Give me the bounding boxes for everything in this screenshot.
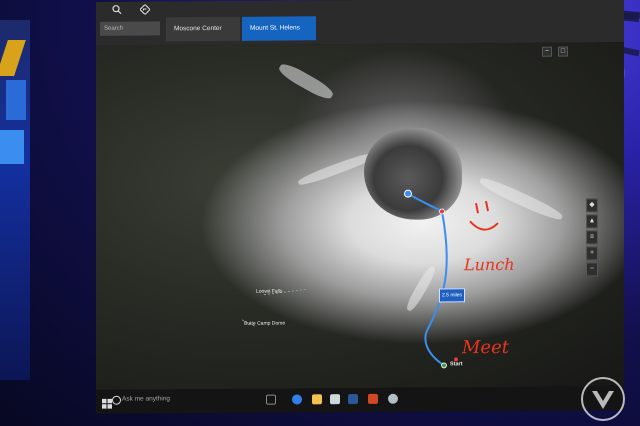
place-label: Butte Camp Dome bbox=[244, 320, 286, 327]
task-view-icon[interactable] bbox=[266, 394, 276, 405]
ink-meet-annotation: Meet bbox=[462, 336, 509, 359]
cortana-icon[interactable] bbox=[112, 395, 121, 405]
windows-start-icon[interactable] bbox=[102, 396, 112, 409]
tab-moscone-center[interactable]: Moscone Center bbox=[166, 16, 240, 42]
store-icon[interactable] bbox=[330, 394, 340, 405]
directions-icon[interactable] bbox=[130, 3, 160, 19]
start-marker bbox=[441, 362, 447, 369]
lunch-marker bbox=[439, 208, 445, 215]
window-control-icon[interactable]: − bbox=[542, 46, 552, 57]
ink-smiley bbox=[469, 200, 499, 231]
tab-mount-st-helens[interactable]: Mount St. Helens bbox=[242, 16, 316, 41]
satellite-map[interactable]: 2.5 miles Lunch Meet Start Loowit Falls … bbox=[96, 42, 624, 390]
windows-taskbar: Ask me anything bbox=[96, 386, 624, 414]
start-label: Start bbox=[450, 361, 463, 368]
compass-icon[interactable]: ◆ bbox=[586, 198, 598, 213]
powerpoint-icon[interactable] bbox=[368, 393, 378, 404]
projected-screen: Moscone Center Mount St. Helens Search 2… bbox=[96, 0, 624, 414]
maps-app-bar: Moscone Center Mount St. Helens Search bbox=[96, 0, 624, 46]
waypoint-marker bbox=[404, 189, 412, 198]
file-explorer-icon[interactable] bbox=[312, 394, 322, 405]
route-overlay bbox=[241, 189, 499, 369]
zoom-in-icon[interactable]: + bbox=[586, 246, 598, 261]
search-icon[interactable] bbox=[102, 4, 132, 20]
tab-label: Mount St. Helens bbox=[250, 24, 300, 32]
route-distance-label[interactable]: 2.5 miles bbox=[439, 288, 465, 303]
layers-icon[interactable]: ≡ bbox=[586, 230, 598, 245]
tab-label: Moscone Center bbox=[174, 24, 222, 33]
window-control-icon[interactable]: □ bbox=[558, 46, 568, 57]
left-stage-panel bbox=[0, 20, 30, 380]
decor-shape bbox=[0, 130, 24, 164]
decor-shape bbox=[0, 40, 26, 76]
tilt-icon[interactable]: ▲ bbox=[586, 214, 598, 229]
verge-logo-icon bbox=[581, 377, 625, 421]
zoom-out-icon[interactable]: − bbox=[586, 262, 598, 277]
search-input[interactable]: Search bbox=[100, 21, 160, 36]
hiking-route bbox=[407, 192, 448, 367]
maps-icon[interactable] bbox=[388, 393, 398, 404]
ink-lunch-annotation: Lunch bbox=[464, 254, 515, 275]
place-label: Loowit Falls bbox=[256, 288, 283, 295]
edge-icon[interactable] bbox=[292, 394, 302, 405]
word-icon[interactable] bbox=[348, 394, 358, 405]
cortana-search-box[interactable]: Ask me anything bbox=[122, 395, 170, 402]
decor-shape bbox=[6, 80, 26, 120]
